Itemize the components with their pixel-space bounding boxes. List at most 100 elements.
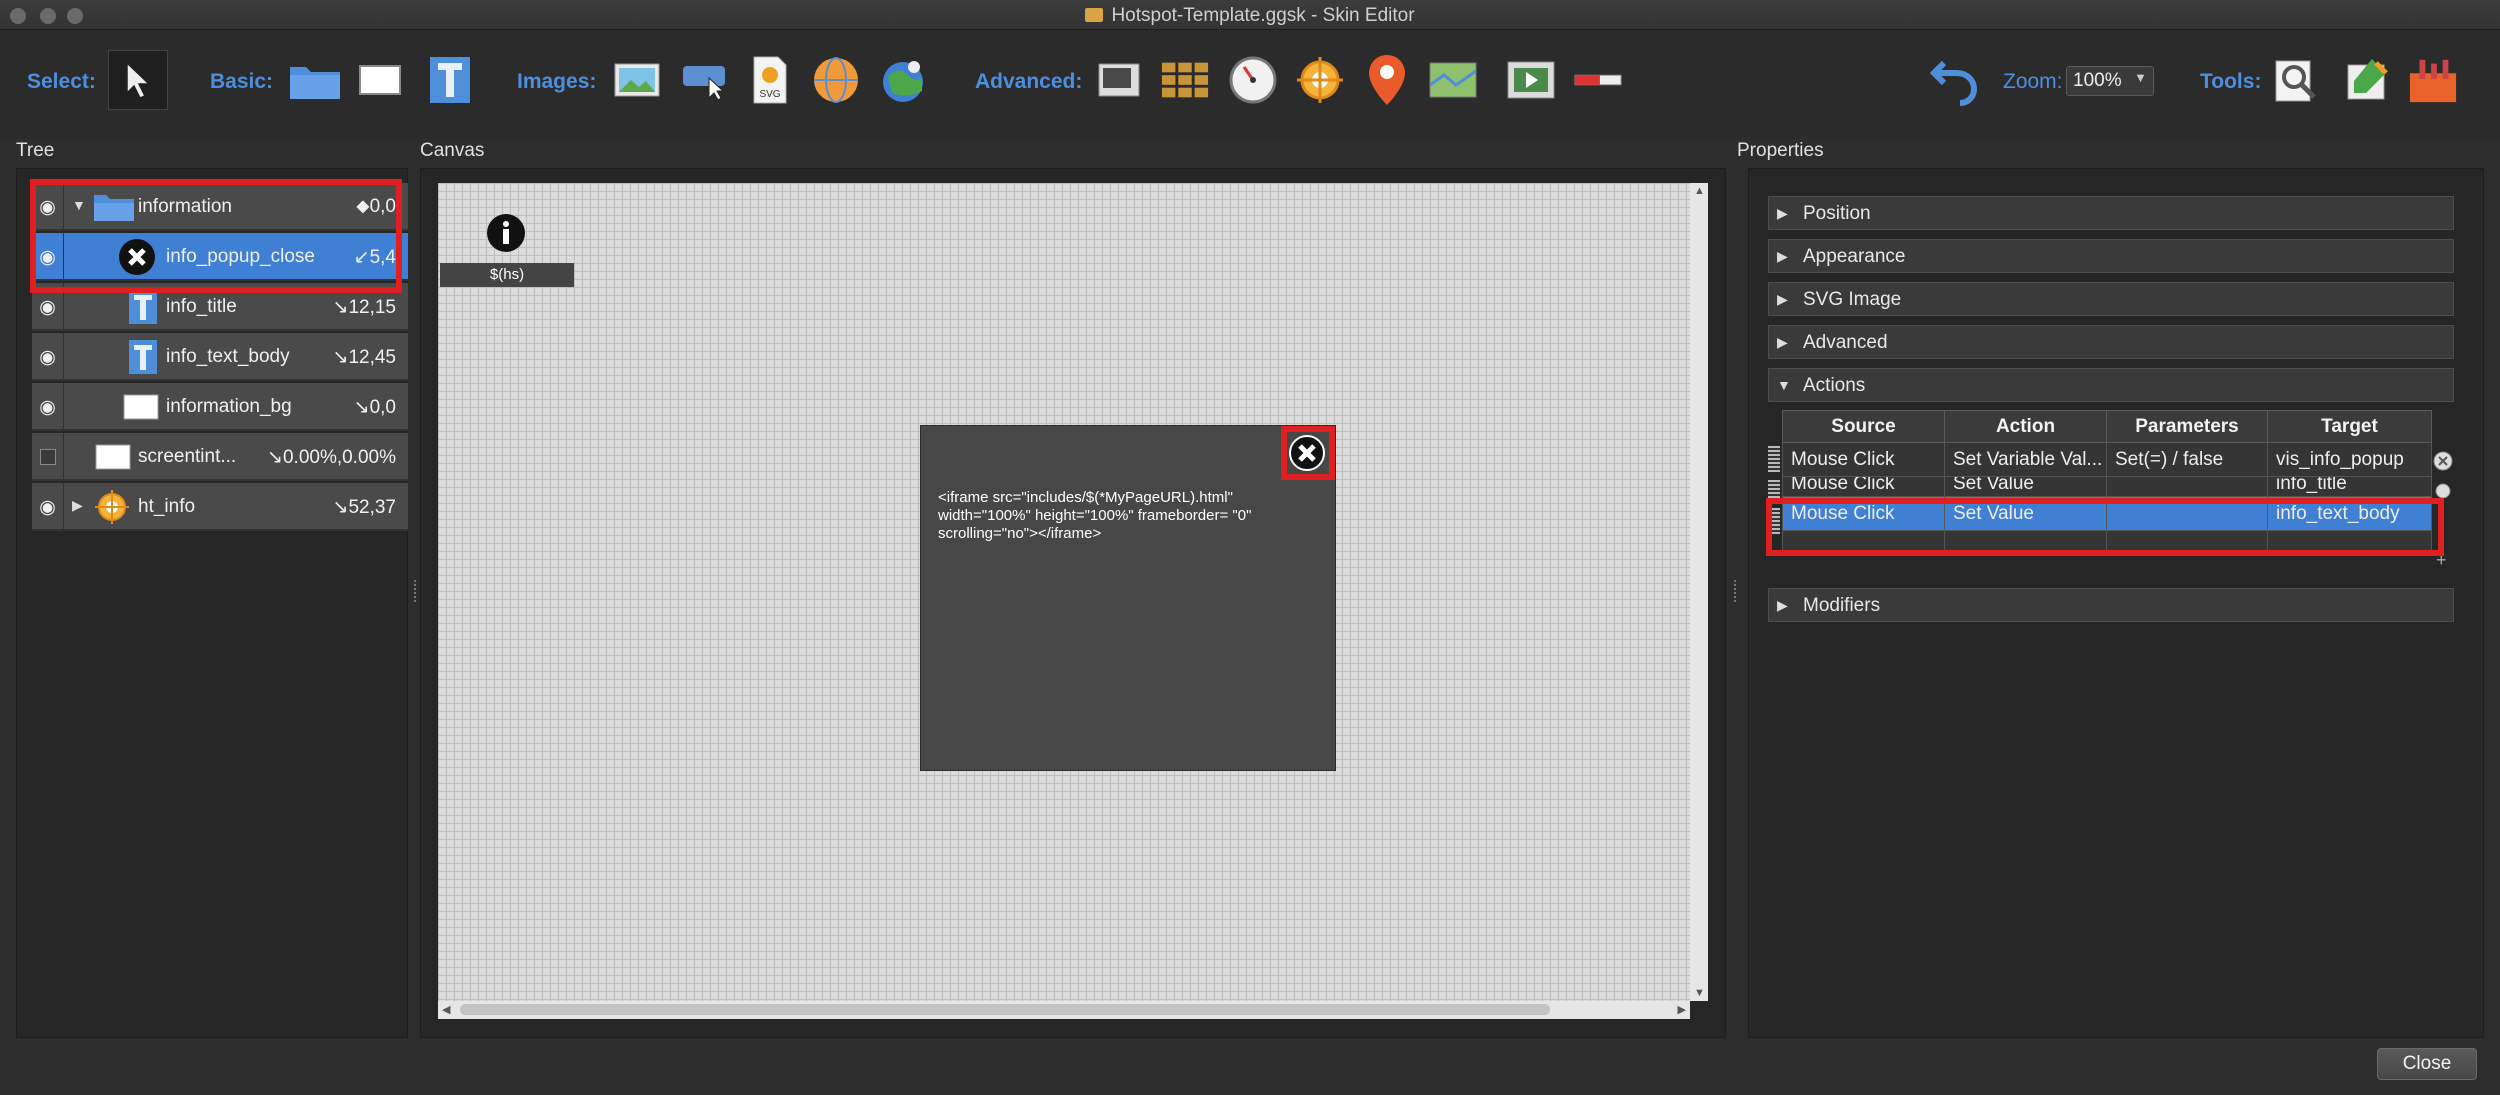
add-scrollarea-button[interactable] <box>1094 55 1144 105</box>
expand-arrow-icon: ▶ <box>1777 248 1788 264</box>
properties-panel-label: Properties <box>1737 140 1824 161</box>
eye-icon[interactable]: ◉ <box>32 383 64 431</box>
column-header-target[interactable]: Target <box>2267 410 2432 443</box>
scroll-left-icon[interactable]: ◀ <box>442 1003 450 1016</box>
add-thumbnail-button[interactable] <box>1160 55 1210 105</box>
crosshair-icon <box>95 490 129 524</box>
zoom-value: 100% <box>2073 70 2122 91</box>
sphere-icon <box>814 57 858 103</box>
add-svg-button[interactable]: SVG <box>745 55 795 105</box>
cell-parameters <box>2106 476 2268 497</box>
crosshair-icon <box>1297 57 1343 103</box>
progressbar-icon <box>1574 74 1622 86</box>
rectangle-icon <box>359 65 401 95</box>
add-container-button[interactable] <box>287 55 343 105</box>
splitter-handle[interactable] <box>1734 580 1738 602</box>
text-icon <box>129 340 157 374</box>
expand-arrow-icon: ▶ <box>1777 291 1788 307</box>
magnifier-icon <box>2275 60 2316 102</box>
horizontal-scrollbar[interactable]: ◀ ▶ <box>438 1001 1690 1019</box>
tree-item-name: screentint... <box>138 446 237 467</box>
expand-arrow-icon[interactable]: ▶ <box>72 497 83 514</box>
eye-icon[interactable]: ◉ <box>32 333 64 381</box>
collapse-arrow-icon: ▼ <box>1777 377 1791 393</box>
zoom-select[interactable]: 100% ▼ <box>2066 66 2154 96</box>
cell-target: info_title <box>2267 476 2432 497</box>
add-hotspot-button[interactable] <box>1295 55 1345 105</box>
highlight-box <box>1766 498 2444 556</box>
rectangle-icon <box>95 444 131 470</box>
folder-icon <box>290 67 340 99</box>
add-video-button[interactable] <box>1506 55 1556 105</box>
section-label: Actions <box>1803 375 1866 396</box>
color-tool-button[interactable] <box>2342 55 2392 105</box>
scroll-thumb[interactable] <box>460 1004 1550 1015</box>
scroll-right-icon[interactable]: ▶ <box>1678 1003 1686 1016</box>
tree-item-screentint[interactable]: screentint... ↘0.00%,0.00% <box>32 433 408 481</box>
add-panorama-button[interactable] <box>811 55 861 105</box>
app-icon <box>1085 8 1104 22</box>
section-appearance[interactable]: ▶ Appearance <box>1768 239 2454 273</box>
undo-button[interactable] <box>1930 55 1980 106</box>
window-title: Hotspot-Template.ggsk - Skin Editor <box>0 5 2500 27</box>
add-button-element-button[interactable] <box>680 55 730 105</box>
select-tool-button[interactable] <box>108 50 168 110</box>
canvas-panel-label: Canvas <box>420 140 485 161</box>
close-button[interactable]: Close <box>2377 1048 2477 1080</box>
tree-item-coord: ↘52,37 <box>332 497 396 518</box>
remove-action-icon[interactable] <box>2432 482 2454 498</box>
search-tool-button[interactable] <box>2272 55 2322 105</box>
tree-item-info-text-body[interactable]: ◉ info_text_body ↘12,45 <box>32 333 408 381</box>
table-row[interactable]: Mouse Click Set Variable Val... Set(=) /… <box>1782 442 2432 477</box>
zoom-label: Zoom: <box>2003 70 2063 93</box>
scrollarea-icon <box>1098 63 1140 97</box>
cell-target: vis_info_popup <box>2267 442 2432 477</box>
section-label: Modifiers <box>1803 595 1881 616</box>
section-actions[interactable]: ▼ Actions <box>1768 368 2454 402</box>
section-position[interactable]: ▶ Position <box>1768 196 2454 230</box>
scroll-up-icon[interactable]: ▲ <box>1694 185 1705 197</box>
vertical-scrollbar[interactable]: ▲ ▼ <box>1690 183 1708 1001</box>
drag-handle[interactable] <box>1768 446 1780 472</box>
section-label: SVG Image <box>1803 289 1902 310</box>
remove-action-icon[interactable] <box>2432 450 2454 472</box>
section-modifiers[interactable]: ▶ Modifiers <box>1768 588 2454 622</box>
add-timer-button[interactable] <box>1228 55 1278 105</box>
info-hotspot-icon[interactable] <box>486 213 526 253</box>
add-cloner-button[interactable] <box>878 55 928 105</box>
section-advanced[interactable]: ▶ Advanced <box>1768 325 2454 359</box>
actions-header-row: Source Action Parameters Target <box>1782 410 2432 443</box>
undo-icon <box>1930 60 1978 106</box>
iframe-text-line: <iframe src="includes/$(*MyPageURL).html… <box>938 489 1233 506</box>
cell-parameters: Set(=) / false <box>2106 442 2268 477</box>
add-progressbar-button[interactable] <box>1573 55 1623 105</box>
eye-icon[interactable]: ◉ <box>32 483 64 531</box>
settings-tool-button[interactable] <box>2408 55 2458 105</box>
add-map-pin-button[interactable] <box>1362 55 1412 105</box>
section-svg-image[interactable]: ▶ SVG Image <box>1768 282 2454 316</box>
tree-item-information-bg[interactable]: ◉ information_bg ↘0,0 <box>32 383 408 431</box>
hs-label-box: $(hs) <box>440 263 574 287</box>
expand-arrow-icon: ▶ <box>1777 205 1788 221</box>
tree-item-ht-info[interactable]: ◉ ▶ ht_info ↘52,37 <box>32 483 408 531</box>
add-map-button[interactable] <box>1428 55 1478 105</box>
column-header-source[interactable]: Source <box>1782 410 1945 443</box>
information-popup[interactable] <box>920 425 1336 771</box>
visibility-checkbox[interactable] <box>32 433 64 481</box>
table-row[interactable]: Mouse Click Set Value info_title <box>1782 476 2432 497</box>
add-rectangle-button[interactable] <box>355 55 405 105</box>
scroll-down-icon[interactable]: ▼ <box>1694 987 1705 999</box>
tree-item-name: info_title <box>166 296 237 317</box>
cell-action: Set Variable Val... <box>1944 442 2107 477</box>
rectangle-icon <box>123 394 159 420</box>
text-icon <box>129 290 157 324</box>
expand-arrow-icon: ▶ <box>1777 597 1788 613</box>
images-label: Images: <box>517 70 597 93</box>
iframe-text-line: scrolling="no"></iframe> <box>938 525 1102 542</box>
add-image-button[interactable] <box>612 55 662 105</box>
advanced-label: Advanced: <box>975 70 1083 93</box>
column-header-parameters[interactable]: Parameters <box>2106 410 2268 443</box>
splitter-handle[interactable] <box>414 580 418 602</box>
add-text-button[interactable] <box>425 55 475 105</box>
column-header-action[interactable]: Action <box>1944 410 2107 443</box>
